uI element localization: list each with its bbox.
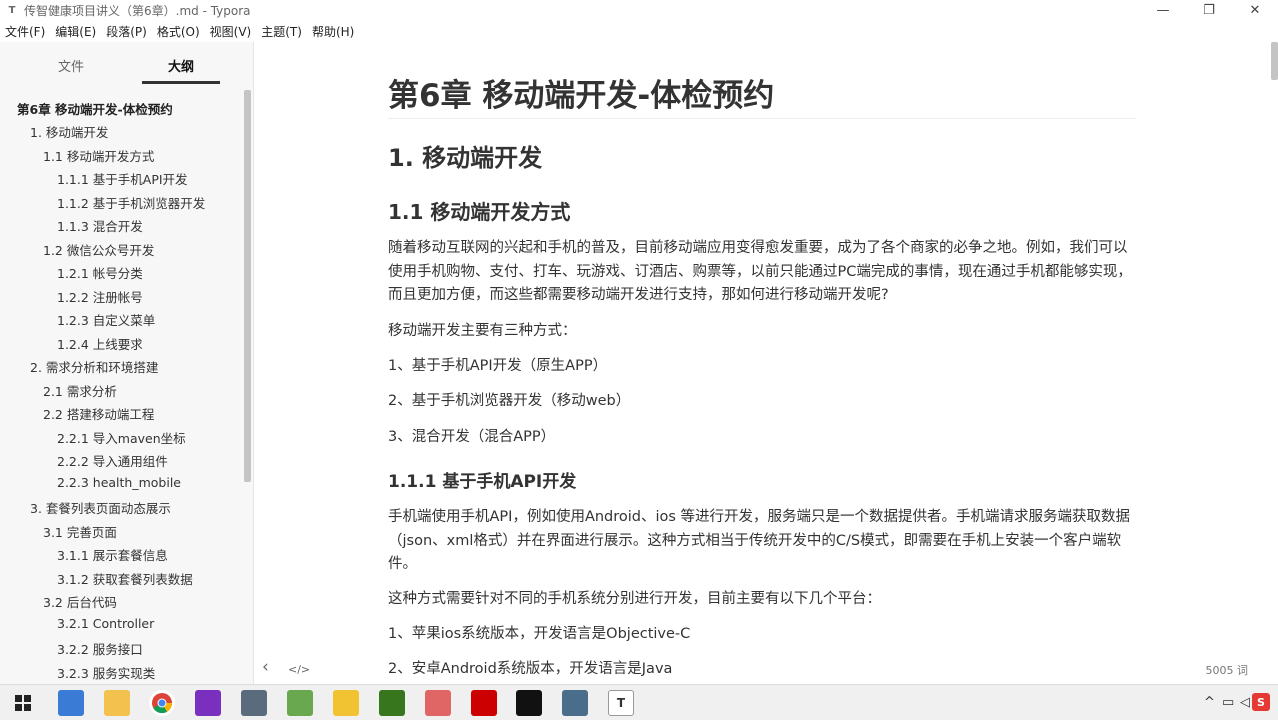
source-code-mode-icon[interactable]: </> (288, 663, 310, 676)
outline-item[interactable]: 1.1 移动端开发方式 (43, 146, 154, 165)
outline-item[interactable]: 1.1.1 基于手机API开发 (57, 169, 188, 188)
heading-mobile-dev: 1. 移动端开发 (388, 144, 543, 172)
paragraph-ios: 1、苹果ios系统版本，开发语言是Objective-C (388, 626, 691, 642)
outline-item[interactable]: 3. 套餐列表页面动态展示 (30, 498, 171, 517)
outline-item[interactable]: 1.2.3 自定义菜单 (57, 310, 155, 329)
menu-format[interactable]: 格式(O) (152, 23, 205, 40)
outline-item[interactable]: 2.2.2 导入通用组件 (57, 451, 168, 470)
restore-button[interactable]: ❐ (1186, 0, 1232, 21)
editor-area[interactable]: 第6章 移动端开发-体检预约 1. 移动端开发 1.1 移动端开发方式 随着移动… (255, 42, 1278, 684)
minimize-icon: — (1156, 3, 1170, 18)
outline-item[interactable]: 第6章 移动端开发-体检预约 (17, 99, 173, 118)
sidebar: 文件 大纲 第6章 移动端开发-体检预约 1. 移动端开发 1.1 移动端开发方… (0, 42, 254, 684)
word-count[interactable]: 5005 词 (1206, 662, 1249, 678)
windows-start-icon[interactable] (10, 690, 36, 716)
sidebar-scrollbar[interactable] (244, 90, 251, 482)
toggle-sidebar-icon[interactable]: ‹ (262, 657, 269, 677)
paragraph-platforms: 这种方式需要针对不同的手机系统分别进行开发，目前主要有以下几个平台： (388, 591, 881, 607)
app-icon[interactable] (241, 690, 267, 716)
desktop-app-icon[interactable] (58, 690, 84, 716)
minimize-button[interactable]: — (1140, 0, 1186, 21)
outline-item[interactable]: 2.2.1 导入maven坐标 (57, 428, 186, 447)
outline-item[interactable]: 3.1.1 展示套餐信息 (57, 545, 168, 564)
outline-item[interactable]: 2. 需求分析和环境搭建 (30, 357, 158, 376)
menu-help[interactable]: 帮助(H) (307, 23, 359, 40)
status-bar: ‹ </> 5005 词 (0, 655, 1278, 684)
close-button[interactable]: ✕ (1232, 0, 1278, 21)
doc-title: 第6章 移动端开发-体检预约 (388, 78, 775, 114)
outline-item[interactable]: 3.1 完善页面 (43, 522, 117, 541)
menu-paragraph[interactable]: 段落(P) (101, 23, 152, 40)
outline-item[interactable]: 1.2.2 注册帐号 (57, 287, 143, 306)
tray-ime-icon[interactable]: S (1252, 693, 1270, 711)
menu-theme[interactable]: 主题(T) (256, 23, 307, 40)
outline-item[interactable]: 3.1.2 获取套餐列表数据 (57, 569, 193, 588)
tray-show-hidden-icon[interactable]: ^ (1204, 695, 1215, 710)
paragraph-api-dev: 手机端使用手机API，例如使用Android、ios 等进行开发，服务端只是一个… (388, 509, 1131, 572)
title-bar: T 传智健康项目讲义（第6章）.md - Typora — ❐ ✕ (0, 0, 1278, 21)
outline-item[interactable]: 1.2 微信公众号开发 (43, 240, 154, 259)
tray-network-icon[interactable]: ▭ (1222, 695, 1234, 710)
menu-file[interactable]: 文件(F) (0, 23, 50, 40)
app-icon[interactable] (425, 690, 451, 716)
outline-item[interactable]: 2.2 搭建移动端工程 (43, 404, 154, 423)
outline-item[interactable]: 1.2.4 上线要求 (57, 334, 143, 353)
heading-api-dev: 1.1.1 基于手机API开发 (388, 472, 577, 492)
outline-item[interactable]: 2.2.3 health_mobile (57, 475, 181, 490)
tab-files[interactable]: 文件 (58, 56, 84, 75)
heading-dev-methods: 1.1 移动端开发方式 (388, 200, 571, 224)
menu-view[interactable]: 视图(V) (205, 23, 257, 40)
close-icon: ✕ (1249, 3, 1261, 18)
app-icon[interactable] (333, 690, 359, 716)
sidebar-tabs: 文件 大纲 (0, 42, 254, 88)
tray-volume-icon[interactable]: ◁ (1240, 695, 1250, 710)
outline-list: 第6章 移动端开发-体检预约 1. 移动端开发 1.1 移动端开发方式 1.1.… (0, 94, 244, 684)
file-explorer-icon[interactable] (104, 690, 130, 716)
menu-bar: 文件(F) 编辑(E) 段落(P) 格式(O) 视图(V) 主题(T) 帮助(H… (0, 21, 1278, 42)
image-viewer-icon[interactable] (287, 690, 313, 716)
paragraph-methods: 移动端开发主要有三种方式： (388, 323, 577, 339)
paragraph-intro: 随着移动互联网的兴起和手机的普及，目前移动端应用变得愈发重要，成为了各个商家的必… (388, 240, 1132, 303)
terminal-icon[interactable] (516, 690, 542, 716)
notepad-plus-icon[interactable] (379, 690, 405, 716)
chrome-icon[interactable] (149, 690, 175, 716)
outline-item[interactable]: 1. 移动端开发 (30, 122, 108, 141)
outline-item[interactable]: 1.1.2 基于手机浏览器开发 (57, 193, 205, 212)
window-title: 传智健康项目讲义（第6章）.md - Typora (24, 4, 251, 18)
windows-taskbar: T ^ ▭ ◁ S (0, 684, 1278, 720)
outline-item[interactable]: 2.1 需求分析 (43, 381, 117, 400)
intellij-idea-icon[interactable] (195, 690, 221, 716)
typora-app-icon: T (8, 5, 16, 16)
typora-taskbar-icon[interactable]: T (608, 690, 634, 716)
restore-icon: ❐ (1203, 3, 1215, 18)
paragraph-method-1: 1、基于手机API开发（原生APP） (388, 358, 608, 374)
title-divider (388, 118, 1136, 119)
app-icon[interactable] (562, 690, 588, 716)
outline-item[interactable]: 1.1.3 混合开发 (57, 216, 143, 235)
outline-item[interactable]: 1.2.1 帐号分类 (57, 263, 143, 282)
paragraph-method-2: 2、基于手机浏览器开发（移动web） (388, 393, 631, 409)
outline-item[interactable]: 3.2 后台代码 (43, 592, 117, 611)
redis-icon[interactable] (471, 690, 497, 716)
outline-item[interactable]: 3.2.1 Controller (57, 616, 154, 631)
tab-outline[interactable]: 大纲 (142, 56, 220, 84)
menu-edit[interactable]: 编辑(E) (50, 23, 101, 40)
paragraph-method-3: 3、混合开发（混合APP） (388, 429, 556, 445)
editor-scrollbar[interactable] (1271, 42, 1278, 80)
